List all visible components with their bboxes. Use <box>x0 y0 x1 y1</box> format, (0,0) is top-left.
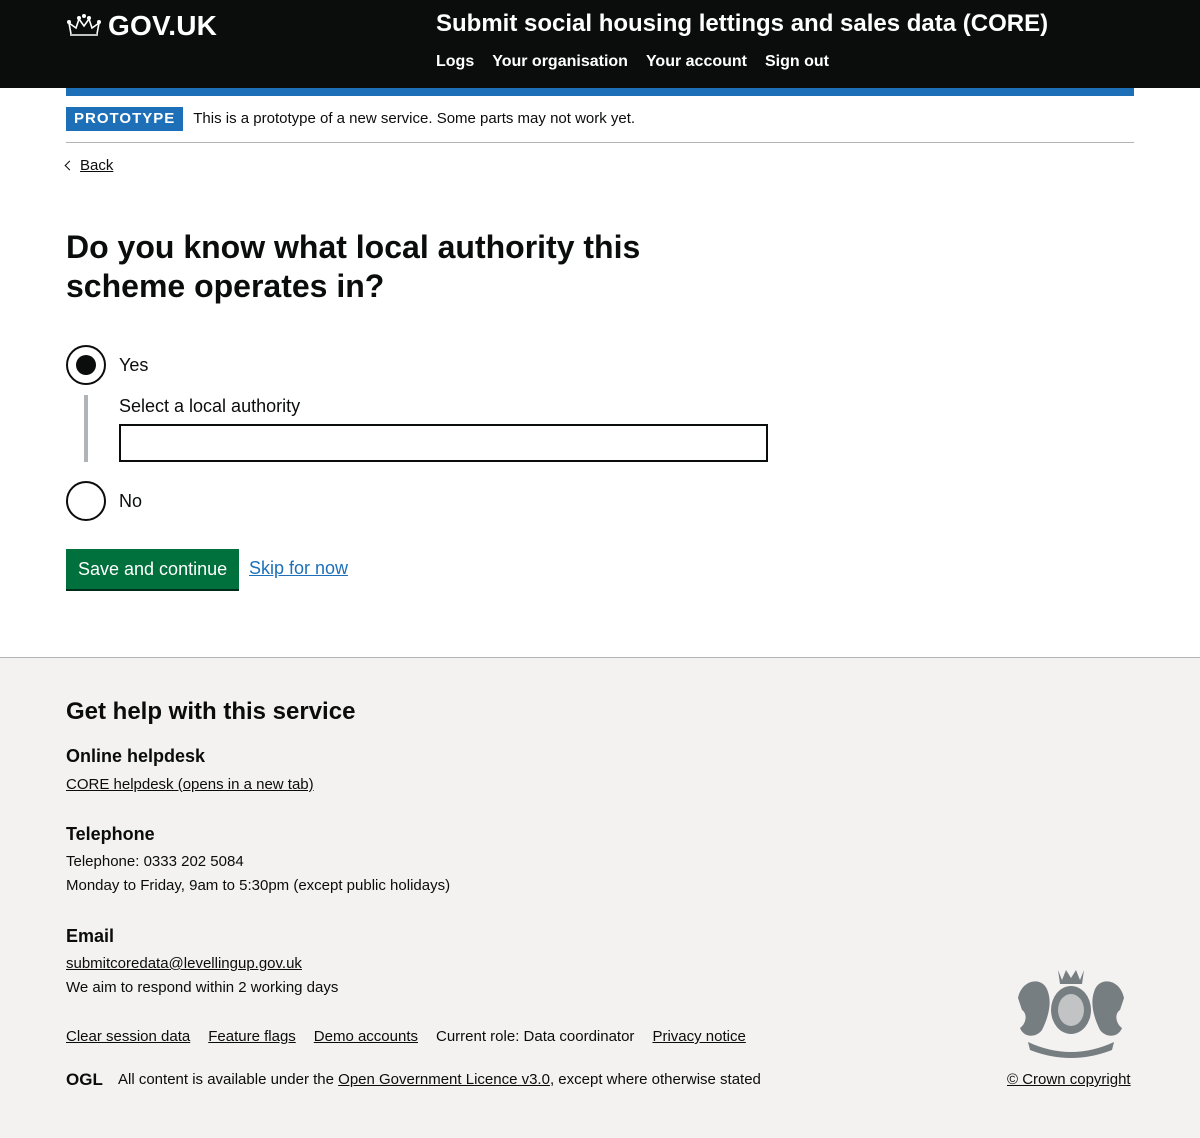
page-title: Do you know what local authority this sc… <box>66 228 686 306</box>
footer-help-heading: Get help with this service <box>66 698 355 726</box>
local-authority-input[interactable] <box>119 424 768 462</box>
nav-sign-out[interactable]: Sign out <box>765 53 829 71</box>
radio-selected-dot <box>76 355 96 375</box>
licence-prefix: All content is available under the <box>118 1071 334 1088</box>
conditional-reveal-border <box>84 395 88 462</box>
svg-text:OGL: OGL <box>66 1070 103 1088</box>
licence-suffix: , except where otherwise stated <box>550 1071 761 1088</box>
radio-yes-input[interactable] <box>66 345 106 385</box>
header-blue-bar <box>66 88 1134 96</box>
email-heading: Email <box>66 926 114 947</box>
nav-your-organisation[interactable]: Your organisation <box>492 53 628 71</box>
back-link[interactable]: Back <box>80 157 113 174</box>
local-authority-label: Select a local authority <box>119 396 300 417</box>
phase-banner: PROTOTYPE This is a prototype of a new s… <box>66 107 1134 143</box>
phase-banner-text: This is a prototype of a new service. So… <box>193 107 635 131</box>
current-role-text: Current role: Data coordinator <box>436 1028 634 1045</box>
footer-meta-links: Clear session data Feature flags Demo ac… <box>66 1028 764 1045</box>
clear-session-data-link[interactable]: Clear session data <box>66 1028 190 1045</box>
govuk-logo-link[interactable]: GOV.UK <box>66 10 217 42</box>
ogl-logo-icon: OGL <box>66 1070 106 1088</box>
site-header: GOV.UK Submit social housing lettings an… <box>0 0 1200 88</box>
radio-option-yes[interactable]: Yes <box>66 345 148 385</box>
feature-flags-link[interactable]: Feature flags <box>208 1028 296 1045</box>
save-and-continue-button[interactable]: Save and continue <box>66 549 239 589</box>
nav-your-account[interactable]: Your account <box>646 53 747 71</box>
demo-accounts-link[interactable]: Demo accounts <box>314 1028 418 1045</box>
skip-for-now-link[interactable]: Skip for now <box>249 558 348 579</box>
royal-coat-of-arms-icon <box>1008 958 1134 1062</box>
crown-copyright-link[interactable]: © Crown copyright <box>1007 1071 1131 1088</box>
logo-text: GOV.UK <box>108 10 217 42</box>
open-government-licence-link[interactable]: Open Government Licence v3.0 <box>338 1071 550 1088</box>
chevron-left-icon <box>65 161 75 171</box>
header-navigation: Logs Your organisation Your account Sign… <box>436 53 847 71</box>
helpdesk-heading: Online helpdesk <box>66 746 205 767</box>
crown-icon <box>66 13 102 39</box>
radio-yes-label[interactable]: Yes <box>119 355 148 376</box>
footer-licence: OGL All content is available under the O… <box>66 1070 761 1088</box>
radio-option-no[interactable]: No <box>66 481 142 521</box>
telephone-number: Telephone: 0333 202 5084 <box>66 853 244 870</box>
helpdesk-link[interactable]: CORE helpdesk (opens in a new tab) <box>66 776 314 793</box>
telephone-hours: Monday to Friday, 9am to 5:30pm (except … <box>66 877 450 894</box>
radio-no-input[interactable] <box>66 481 106 521</box>
service-name-link[interactable]: Submit social housing lettings and sales… <box>436 10 1048 38</box>
email-note: We aim to respond within 2 working days <box>66 979 338 996</box>
radio-no-label[interactable]: No <box>119 491 142 512</box>
nav-logs[interactable]: Logs <box>436 53 474 71</box>
telephone-heading: Telephone <box>66 824 155 845</box>
email-link[interactable]: submitcoredata@levellingup.gov.uk <box>66 955 302 972</box>
privacy-notice-link[interactable]: Privacy notice <box>652 1028 745 1045</box>
back-link-container: Back <box>66 157 113 174</box>
phase-tag: PROTOTYPE <box>66 107 183 131</box>
site-footer: Get help with this service Online helpde… <box>0 657 1200 1138</box>
